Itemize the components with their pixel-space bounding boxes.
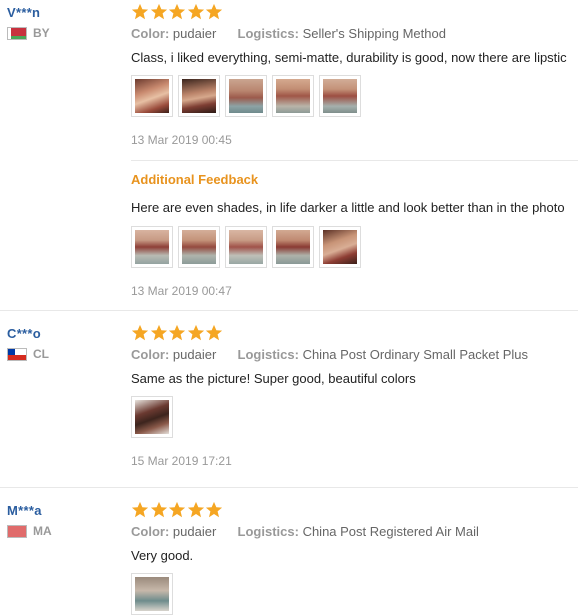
feedback-text: Here are even shades, in life darker a l… <box>131 200 565 215</box>
review-photos <box>131 573 578 615</box>
review-photos <box>131 396 578 438</box>
review-photo-thumbnail[interactable] <box>225 75 267 117</box>
reviewer-country: MA <box>7 524 52 538</box>
review-divider <box>0 487 578 488</box>
feedback-divider <box>131 160 578 161</box>
color-label: Color: <box>131 26 170 41</box>
reviewer-country: BY <box>7 26 50 40</box>
star-icon <box>187 324 205 342</box>
reviewer-country: CL <box>7 347 49 361</box>
feedback-photos <box>131 226 578 268</box>
review-text: Class, i liked everything, semi-matte, d… <box>131 50 567 65</box>
logistics-value: China Post Ordinary Small Packet Plus <box>302 347 528 362</box>
review-text: Very good. <box>131 548 194 563</box>
review-content: Color: pudaier Logistics: China Post Reg… <box>131 501 578 615</box>
country-code: BY <box>33 26 50 40</box>
star-icon <box>205 324 223 342</box>
star-icon <box>131 324 149 342</box>
star-icon <box>131 3 149 21</box>
star-rating <box>131 501 578 519</box>
review-photo-thumbnail[interactable] <box>178 75 220 117</box>
review-meta: Color: pudaier Logistics: China Post Reg… <box>131 524 578 539</box>
review-photo-thumbnail[interactable] <box>131 226 173 268</box>
reviewer-info: M***a MA <box>7 503 52 538</box>
reviewer-name[interactable]: M***a <box>7 503 52 518</box>
additional-feedback-title: Additional Feedback <box>131 172 259 187</box>
reviewer-name[interactable]: V***n <box>7 5 50 20</box>
chile-flag-icon <box>7 347 27 361</box>
review-photo-thumbnail[interactable] <box>131 573 173 615</box>
review-photos <box>131 75 578 117</box>
reviewer-info: V***n BY <box>7 5 50 40</box>
star-icon <box>187 501 205 519</box>
review-photo-thumbnail[interactable] <box>131 75 173 117</box>
review-photo-thumbnail[interactable] <box>319 75 361 117</box>
review-date: 15 Mar 2019 17:21 <box>131 454 232 468</box>
star-icon <box>168 324 186 342</box>
reviewer-name[interactable]: C***o <box>7 326 49 341</box>
logistics-value: China Post Registered Air Mail <box>302 524 479 539</box>
morocco-flag-icon <box>7 524 27 538</box>
review-text: Same as the picture! Super good, beautif… <box>131 371 416 386</box>
review-meta: Color: pudaier Logistics: China Post Ord… <box>131 347 578 362</box>
star-rating <box>131 3 578 21</box>
star-icon <box>131 501 149 519</box>
country-code: CL <box>33 347 49 361</box>
logistics-label: Logistics: <box>237 347 299 362</box>
belarus-flag-icon <box>7 26 27 40</box>
star-icon <box>168 3 186 21</box>
additional-feedback: Additional Feedback Here are even shades… <box>131 172 578 298</box>
star-icon <box>187 3 205 21</box>
star-icon <box>205 3 223 21</box>
country-code: MA <box>33 524 52 538</box>
logistics-label: Logistics: <box>237 26 299 41</box>
review-date: 13 Mar 2019 00:45 <box>131 133 232 147</box>
logistics-value: Seller's Shipping Method <box>302 26 446 41</box>
logistics-label: Logistics: <box>237 524 299 539</box>
color-value: pudaier <box>172 26 217 41</box>
star-icon <box>205 501 223 519</box>
review-photo-thumbnail[interactable] <box>178 226 220 268</box>
color-label: Color: <box>131 524 170 539</box>
star-icon <box>150 324 168 342</box>
review-photo-thumbnail[interactable] <box>319 226 361 268</box>
color-value: pudaier <box>172 347 217 362</box>
star-icon <box>150 501 168 519</box>
star-icon <box>150 3 168 21</box>
color-value: pudaier <box>172 524 217 539</box>
star-icon <box>168 501 186 519</box>
review-photo-thumbnail[interactable] <box>272 226 314 268</box>
reviewer-info: C***o CL <box>7 326 49 361</box>
review-photo-thumbnail[interactable] <box>225 226 267 268</box>
review-meta: Color: pudaier Logistics: Seller's Shipp… <box>131 26 578 41</box>
review-content: Color: pudaier Logistics: Seller's Shipp… <box>131 3 578 147</box>
review-content: Color: pudaier Logistics: China Post Ord… <box>131 324 578 468</box>
color-label: Color: <box>131 347 170 362</box>
star-rating <box>131 324 578 342</box>
feedback-date: 13 Mar 2019 00:47 <box>131 284 232 298</box>
review-divider <box>0 310 578 311</box>
review-photo-thumbnail[interactable] <box>131 396 173 438</box>
review-photo-thumbnail[interactable] <box>272 75 314 117</box>
